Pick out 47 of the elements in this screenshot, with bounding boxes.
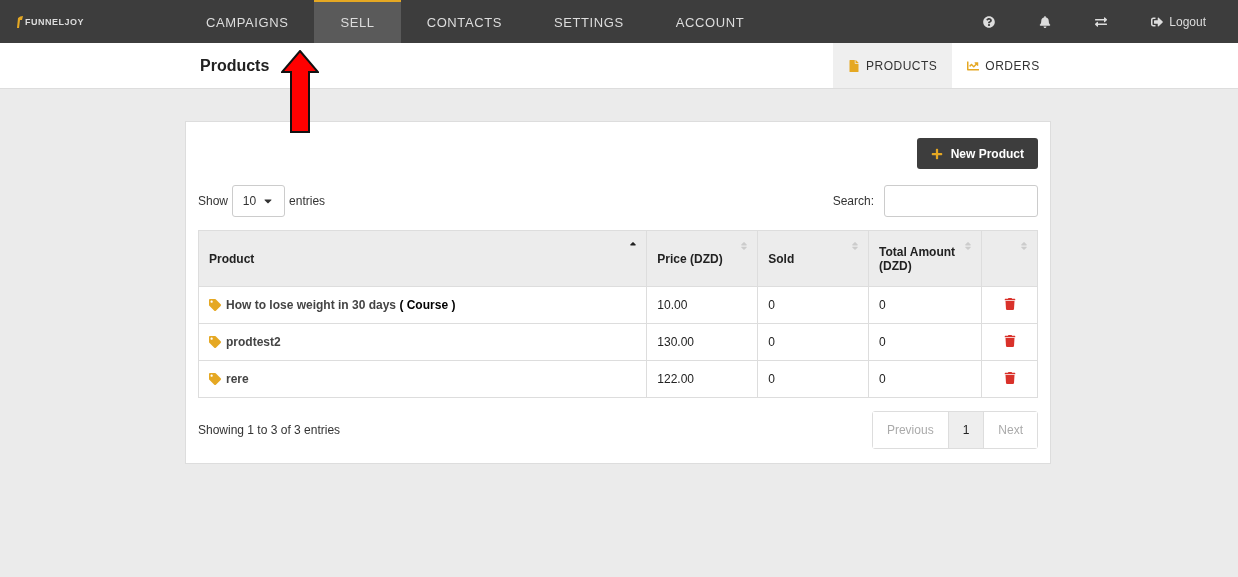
new-product-button[interactable]: New Product	[916, 138, 1038, 169]
price-cell: 122.00	[646, 360, 758, 398]
search-label: Search:	[832, 194, 874, 208]
plus-icon	[930, 147, 943, 160]
table-info: Showing 1 to 3 of 3 entries	[198, 423, 341, 437]
tag-icon	[209, 299, 221, 311]
page-title: Products	[200, 55, 271, 76]
brand-name: FUNNELJOY	[25, 16, 84, 27]
trash-icon[interactable]	[1003, 334, 1016, 347]
price-cell: 10.00	[646, 286, 758, 324]
nav-tab[interactable]: CONTACTS	[400, 0, 528, 43]
total-cell: 0	[868, 360, 982, 398]
logout-icon[interactable]	[1151, 15, 1164, 28]
nav-tab[interactable]: SELL	[314, 0, 401, 43]
price-cell: 130.00	[646, 323, 758, 361]
total-cell: 0	[868, 323, 982, 361]
product-cell: prodtest2	[198, 323, 647, 361]
total-cell: 0	[868, 286, 982, 324]
nav-tab[interactable]: SETTINGS	[528, 0, 650, 43]
nav-tab[interactable]: CAMPAIGNS	[180, 0, 315, 43]
column-header[interactable]: Sold	[757, 230, 869, 287]
column-header[interactable]: Total Amount (DZD)	[868, 230, 982, 287]
sub-tab[interactable]: PRODUCTS	[833, 43, 953, 88]
tag-icon	[209, 336, 221, 348]
chart-icon	[967, 59, 980, 72]
sold-cell: 0	[757, 286, 869, 324]
trash-icon[interactable]	[1003, 371, 1016, 384]
trash-icon[interactable]	[1003, 297, 1016, 310]
column-header[interactable]: Price (DZD)	[646, 230, 758, 287]
entries-label: entries	[289, 194, 326, 208]
logout-link[interactable]: Logout	[1169, 14, 1206, 29]
help-icon[interactable]	[983, 15, 996, 28]
bell-icon[interactable]	[1039, 15, 1052, 28]
pagination-button[interactable]: 1	[947, 412, 984, 448]
swap-icon[interactable]	[1095, 15, 1108, 28]
file-icon	[848, 59, 860, 72]
show-label: Show	[198, 194, 229, 208]
product-cell: rere	[198, 360, 647, 398]
product-cell: How to lose weight in 30 days ( Course )	[198, 286, 647, 324]
sold-cell: 0	[757, 360, 869, 398]
page-size-select[interactable]: 10	[232, 185, 286, 217]
logo-icon	[16, 15, 23, 28]
tag-icon	[209, 373, 221, 385]
column-header[interactable]: Product	[198, 230, 647, 287]
nav-tab[interactable]: ACCOUNT	[649, 0, 771, 43]
sold-cell: 0	[757, 323, 869, 361]
search-field[interactable]	[884, 185, 1038, 217]
